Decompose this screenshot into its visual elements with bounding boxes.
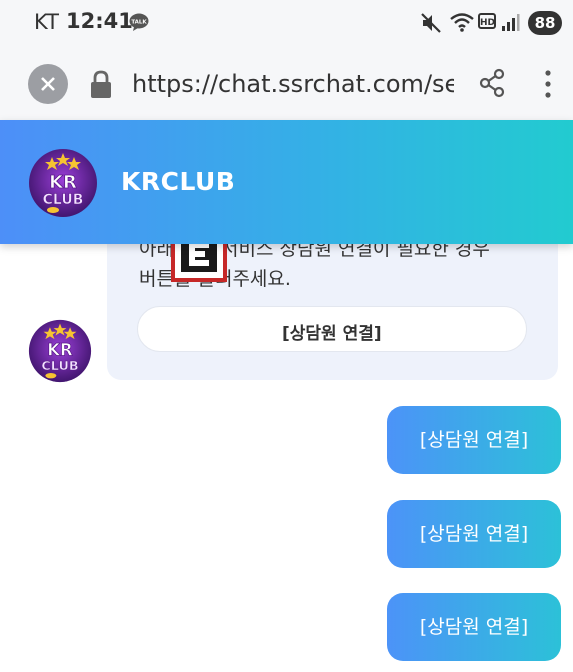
mute-icon (421, 13, 441, 33)
hd-icon: HD (478, 13, 496, 29)
chat-title: KRCLUB (121, 167, 236, 196)
avatar-text-club: CLUB (43, 192, 84, 208)
battery-indicator: 88 (528, 11, 562, 35)
signal-icon (502, 14, 520, 31)
bot-message-bubble: 아래 고객 서비스 상담원 연결이 필요한 경우 버튼을 눌러주세요. [상담원… (107, 226, 558, 380)
kakaotalk-icon: TALK (129, 13, 149, 31)
close-icon (41, 77, 55, 91)
bot-avatar: KR CLUB (28, 319, 92, 383)
talk-badge-text: TALK (131, 20, 147, 26)
share-icon[interactable] (478, 68, 506, 98)
avatar-text-kr: KR (49, 172, 77, 193)
clock: 12:41 (66, 9, 133, 33)
browser-toolbar: https://chat.ssrchat.com/serv (0, 46, 573, 120)
user-message-bubble[interactable]: [상담원 연결] (387, 593, 561, 661)
status-bar: KT 12:41 TALK HD 88 (0, 0, 573, 46)
krclub-avatar: KR CLUB (29, 149, 97, 217)
chat-header: KR CLUB KRCLUB (0, 120, 573, 244)
avatar-text-kr: KR (47, 341, 73, 360)
url-field[interactable]: https://chat.ssrchat.com/serv (132, 68, 454, 100)
connect-agent-button[interactable]: [상담원 연결] (137, 306, 527, 352)
chat-messages: 아래 고객 서비스 상담원 연결이 필요한 경우 버튼을 눌러주세요. [상담원… (0, 226, 573, 672)
avatar-text-club: CLUB (41, 359, 78, 374)
lock-icon[interactable] (88, 68, 114, 100)
more-options-icon[interactable] (538, 68, 558, 100)
connect-agent-label: [상담원 연결] (282, 324, 382, 344)
close-tab-button[interactable] (28, 64, 68, 104)
wifi-icon (450, 13, 474, 32)
user-message-bubble[interactable]: [상담원 연결] (387, 406, 561, 474)
user-message-bubble[interactable]: [상담원 연결] (387, 500, 561, 568)
carrier-label: KT (34, 10, 59, 34)
